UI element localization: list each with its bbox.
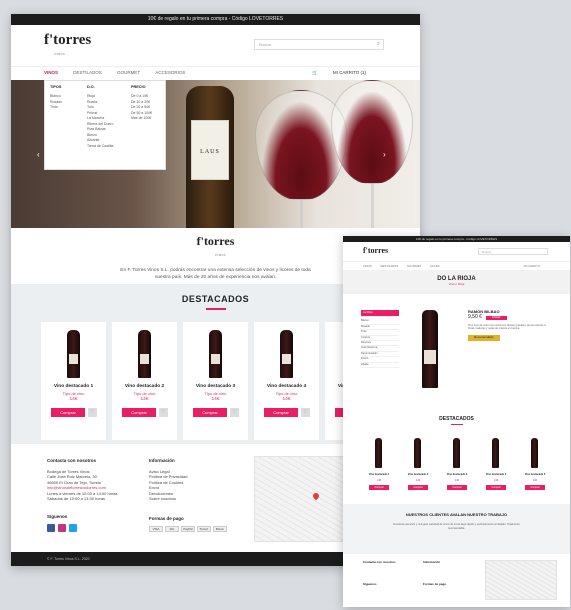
wishlist-heart-icon[interactable]: ♡ bbox=[159, 408, 168, 417]
product-card: Vino destacado 1 14€ Comprar bbox=[363, 436, 395, 496]
site-logo[interactable]: f'torres vinos bbox=[44, 33, 91, 61]
map-pin-icon bbox=[311, 491, 321, 501]
buy-button[interactable]: Comprar bbox=[122, 408, 156, 417]
product-card: Vino destacado 2 Tipo de vino 14€ Compra… bbox=[112, 322, 177, 440]
dropdown-item[interactable]: Tierra de Castilla bbox=[87, 144, 113, 150]
add-to-cart-button[interactable]: Añadir bbox=[485, 315, 507, 320]
nav-item[interactable]: ACCES bbox=[430, 264, 440, 268]
dropdown-col-precio: PRECIO De 0 a 10€ De 10 a 20€ De 20 a 50… bbox=[131, 85, 153, 122]
dropdown-item[interactable]: Más de 100€ bbox=[131, 116, 152, 122]
recommended-badge: Recomendado bbox=[468, 335, 500, 341]
breadcrumb[interactable]: Vinos / Rioja bbox=[343, 282, 570, 286]
product-page-mockup: 10€ de regalo en tu primera compra - Cód… bbox=[343, 236, 570, 607]
reviews-section: NUESTROS CLIENTES AVALAN NUESTRO TRABAJO… bbox=[343, 504, 570, 554]
payment-methods: VISA MC PayPal Transf. Bizum bbox=[149, 526, 239, 532]
product-bottle-image bbox=[422, 310, 438, 388]
buy-button[interactable]: Comprar bbox=[193, 408, 227, 417]
buy-button[interactable]: Comprar bbox=[486, 485, 506, 490]
facebook-icon[interactable] bbox=[47, 524, 55, 532]
wine-bottle-image bbox=[375, 438, 382, 468]
nav-item-gourmet[interactable]: GOURMET bbox=[117, 67, 140, 79]
product-card: Vino destacado 4 Tipo de vino 14€ Compra… bbox=[254, 322, 319, 440]
nav-item-accesorios[interactable]: ACCESORIOS bbox=[155, 67, 185, 79]
location-map[interactable] bbox=[485, 560, 557, 600]
nav-item-destilados[interactable]: DESTILADOS bbox=[73, 67, 102, 79]
wishlist-heart-icon[interactable]: ♡ bbox=[88, 408, 97, 417]
intro-text: En F. Torres Vinos S.L. podrás encontrar… bbox=[120, 268, 311, 280]
buy-button[interactable]: Comprar bbox=[525, 485, 545, 490]
wine-glass-image bbox=[331, 80, 413, 184]
twitter-icon[interactable] bbox=[69, 524, 77, 532]
wine-bottle-image bbox=[531, 438, 538, 468]
site-footer: Contacta con nosotros Síguenos Informació… bbox=[343, 554, 570, 607]
nav-item[interactable]: DESTILADOS bbox=[381, 264, 399, 268]
bottle-label: LAUS bbox=[191, 120, 229, 180]
cart-icon: 🛒 bbox=[311, 70, 318, 75]
nav-item-vinos[interactable]: VINOS bbox=[44, 67, 58, 79]
site-header: f'torres Buscar bbox=[343, 242, 570, 262]
buy-button[interactable]: Comprar bbox=[51, 408, 85, 417]
dropdown-item[interactable]: De 20 a 50€ bbox=[131, 105, 152, 111]
dropdown-item[interactable]: Blanco bbox=[50, 94, 62, 100]
dropdown-col-tipos: TIPOS Blanco Rosado Tinto bbox=[50, 85, 63, 111]
buy-button[interactable]: Comprar bbox=[408, 485, 428, 490]
search-input[interactable]: Buscar ⌕ bbox=[254, 39, 384, 50]
nav-item[interactable]: VINOS bbox=[363, 264, 372, 268]
product-card: Vino destacado 3 14€ Comprar bbox=[441, 436, 473, 496]
cart-link[interactable]: 🛒 MI CARRITO (1) bbox=[312, 67, 380, 79]
search-input[interactable]: Buscar bbox=[478, 248, 548, 255]
search-icon[interactable]: ⌕ bbox=[377, 41, 380, 48]
footer-contact: Contacta con nosotros Bodega de Torres V… bbox=[47, 458, 142, 532]
nav-item[interactable]: GOURMET bbox=[407, 264, 421, 268]
dropdown-col-do: D.O. Rioja Rueda Toro Priorat La Mancha … bbox=[87, 85, 114, 150]
product-card: Vino destacado 4 14€ Comprar bbox=[480, 436, 512, 496]
nav-dropdown-menu: TIPOS Blanco Rosado Tinto D.O. Rioja Rue… bbox=[44, 80, 166, 170]
reviews-title: NUESTROS CLIENTES AVALAN NUESTRO TRABAJO bbox=[405, 512, 508, 517]
footer-link[interactable]: Sobre nosotros bbox=[149, 496, 239, 502]
carousel-next-icon[interactable]: › bbox=[383, 150, 386, 159]
filter-sidebar: La Rioja Blanco Rosado Tinto Crianza Res… bbox=[361, 310, 399, 369]
review-text: Excelente atención y una gran variedad d… bbox=[393, 523, 520, 530]
wishlist-heart-icon[interactable]: ♡ bbox=[230, 408, 239, 417]
instagram-icon[interactable] bbox=[58, 524, 66, 532]
promo-bar: 10€ de regalo en tu primera compra - Cód… bbox=[11, 14, 420, 25]
site-header: f'torres vinos Buscar ⌕ bbox=[11, 25, 420, 67]
main-nav: VINOS DESTILADOS GOURMET ACCES MI CARRIT… bbox=[343, 262, 570, 270]
product-card: Vino destacado 5 14€ Comprar bbox=[519, 436, 551, 496]
cart-link[interactable]: MI CARRITO bbox=[524, 262, 540, 270]
intro-logo: f'torres vinos bbox=[196, 234, 235, 257]
wine-bottle-image bbox=[453, 438, 460, 468]
wine-bottle-image bbox=[492, 438, 499, 468]
main-nav: VINOS DESTILADOS GOURMET ACCESORIOS 🛒 MI… bbox=[11, 67, 420, 79]
filter-item[interactable]: Añada bbox=[361, 363, 399, 369]
footer-info: Información Aviso Legal Política de Priv… bbox=[149, 458, 239, 532]
product-description: Vino tinto de color rojo picota con ribe… bbox=[468, 323, 546, 331]
wishlist-heart-icon[interactable]: ♡ bbox=[301, 408, 310, 417]
featured-cards: Vino destacado 1 Tipo de vino 14€ Compra… bbox=[41, 322, 391, 440]
site-logo[interactable]: f'torres bbox=[363, 246, 388, 255]
dropdown-item[interactable]: Tinto bbox=[50, 105, 62, 111]
product-card: Vino destacado 3 Tipo de vino 14€ Compra… bbox=[183, 322, 248, 440]
buy-button[interactable]: Comprar bbox=[264, 408, 298, 417]
product-price: 9,50 € bbox=[468, 313, 482, 320]
wine-bottle-image bbox=[414, 438, 421, 468]
category-band: DO LA RIOJA Vinos / Rioja bbox=[343, 270, 570, 294]
buy-button[interactable]: Comprar bbox=[369, 485, 389, 490]
carousel-prev-icon[interactable]: ‹ bbox=[37, 150, 40, 159]
product-details: RAMÓN BILBAO 9,50 € Añadir Vino tinto de … bbox=[468, 310, 550, 341]
featured-section: DESTACADOS Vino destacado 1 14€ Comprar Vi… bbox=[343, 412, 570, 502]
product-card: Vino destacado 1 Tipo de vino 14€ Compra… bbox=[41, 322, 106, 440]
buy-button[interactable]: Comprar bbox=[447, 485, 467, 490]
product-card: Vino destacado 2 14€ Comprar bbox=[402, 436, 434, 496]
